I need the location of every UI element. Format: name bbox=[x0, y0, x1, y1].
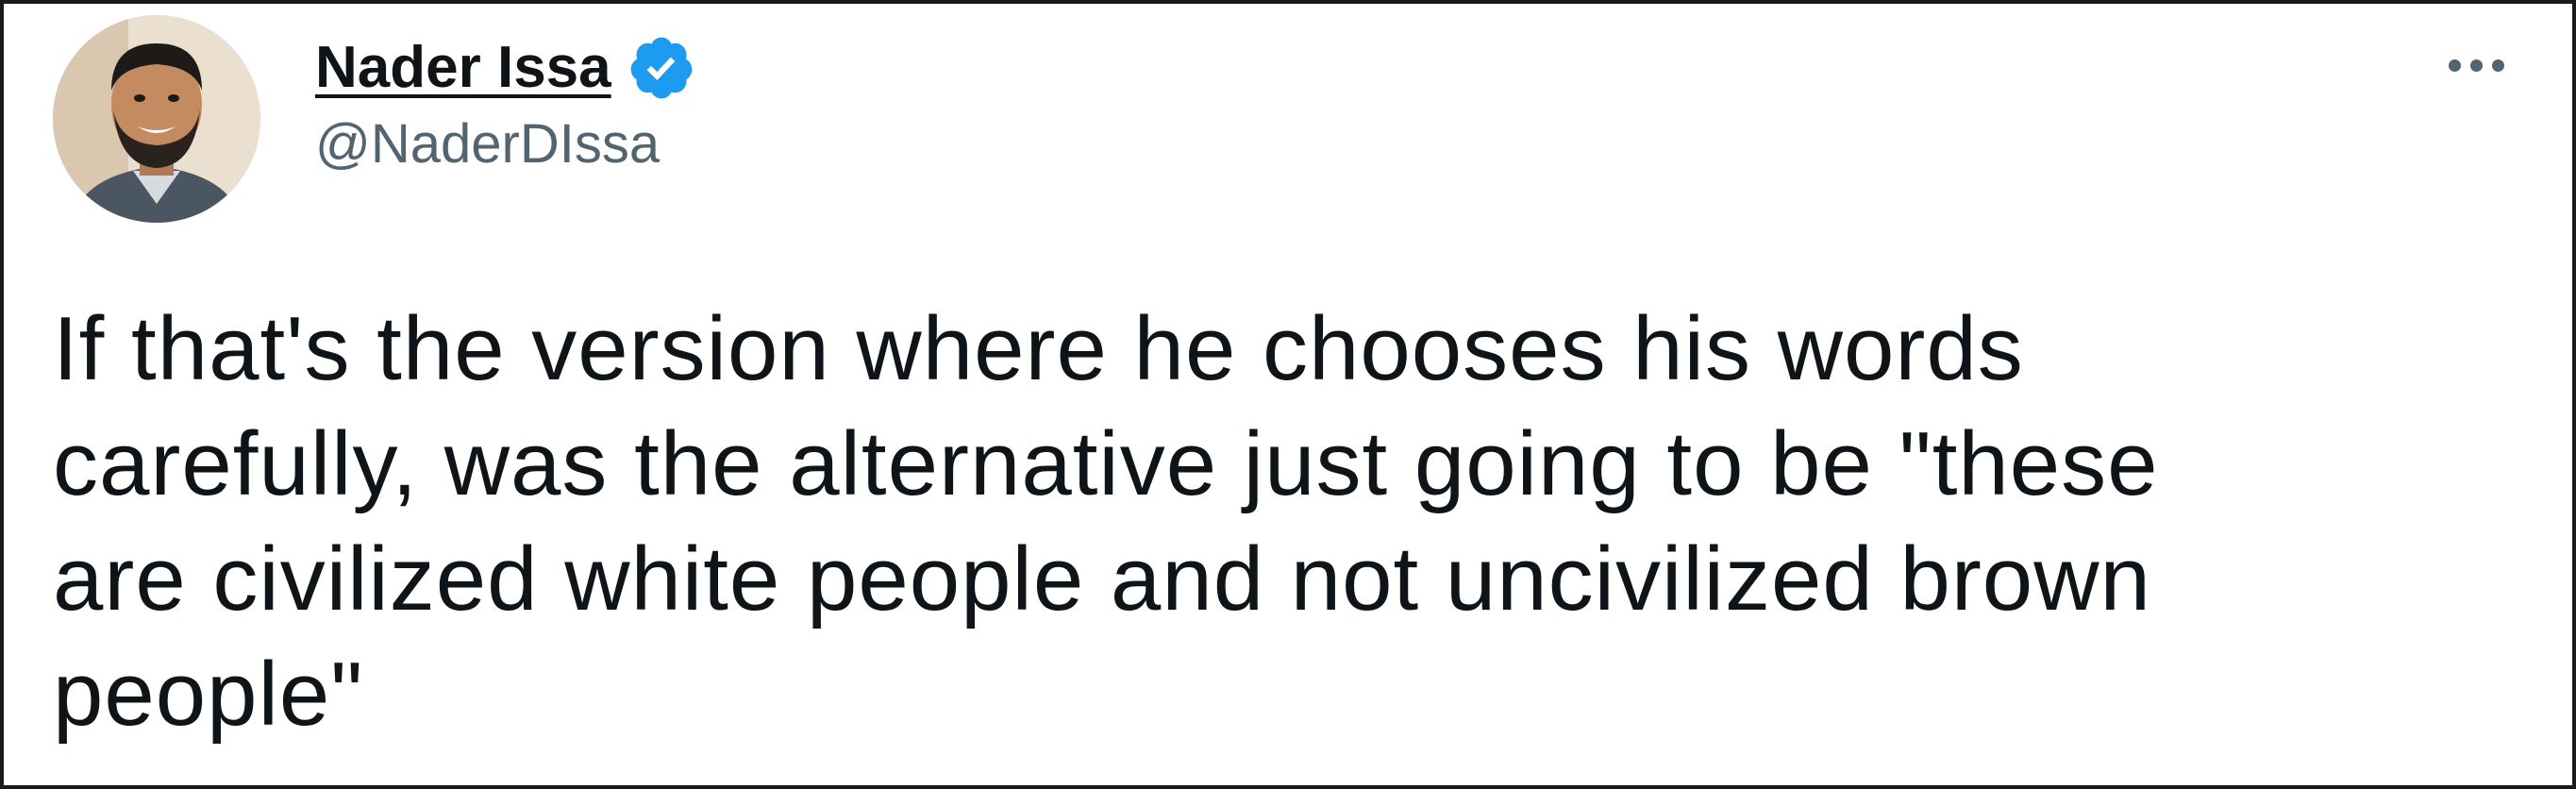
more-options-button[interactable] bbox=[2436, 42, 2516, 89]
avatar-image bbox=[53, 15, 260, 223]
tweet-text-line: are civilized white people and not unciv… bbox=[53, 529, 2151, 630]
author-display-name[interactable]: Nader Issa bbox=[315, 39, 611, 97]
more-horizontal-icon bbox=[2436, 59, 2516, 72]
tweet-text: If that's the version where he chooses h… bbox=[53, 292, 2468, 752]
tweet-text-line: If that's the version where he chooses h… bbox=[53, 298, 2024, 399]
tweet-text-line: carefully, was the alternative just goin… bbox=[53, 413, 2159, 514]
tweet-text-line: people" bbox=[53, 644, 364, 745]
author-handle[interactable]: @NaderDIssa bbox=[315, 117, 660, 172]
tweet-card: Nader Issa @NaderDIssa If that's the ver… bbox=[0, 0, 2576, 789]
avatar[interactable] bbox=[53, 15, 260, 223]
author-name-row: Nader Issa bbox=[315, 28, 696, 108]
verified-badge-icon bbox=[627, 33, 696, 103]
